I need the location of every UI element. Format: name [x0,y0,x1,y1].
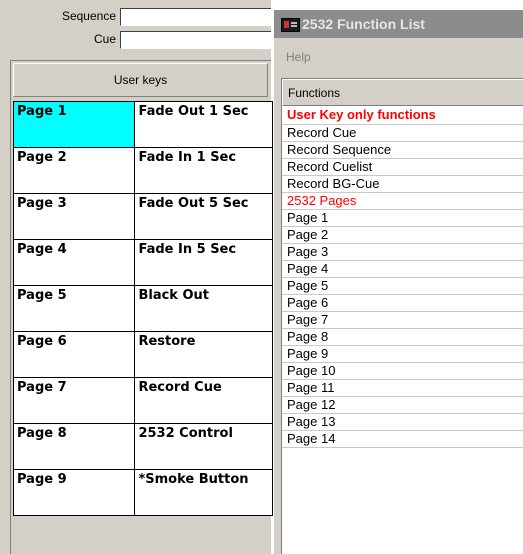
user-key-row[interactable]: Page 1 Fade Out 1 Sec [12,101,273,148]
function-list-item[interactable]: User Key only functions [282,106,523,125]
function-list-item[interactable]: Page 10 [282,363,523,380]
user-key-page-cell[interactable]: Page 2 [12,147,136,194]
user-key-function-cell[interactable]: Fade Out 5 Sec [134,193,273,240]
user-key-function-cell[interactable]: Restore [134,331,273,378]
function-list-item[interactable]: Page 13 [282,414,523,431]
user-key-function-cell[interactable]: *Smoke Button [134,469,273,516]
user-key-page-cell[interactable]: Page 4 [12,239,136,286]
title-bar[interactable]: 2532 Function List [274,10,523,38]
sequence-label: Sequence [61,9,116,23]
window-title: 2532 Function List [302,16,425,32]
function-list-item[interactable]: Record Cuelist [282,159,523,176]
function-list-item[interactable]: Record Sequence [282,142,523,159]
cue-field[interactable] [120,31,271,49]
user-key-row[interactable]: Page 4 Fade In 5 Sec [12,239,273,286]
functions-column-header[interactable]: Functions [282,79,523,106]
user-key-function-cell[interactable]: Fade In 5 Sec [134,239,273,286]
user-key-function-cell[interactable]: 2532 Control [134,423,273,470]
user-key-row[interactable]: Page 9 *Smoke Button [12,469,273,516]
menu-bar: Help [274,38,523,78]
app-icon [281,18,300,32]
user-key-page-cell[interactable]: Page 9 [12,469,136,516]
user-keys-panel: Sequence Cue User keys Page 1 Fade Out 1 … [0,0,273,554]
user-key-page-cell[interactable]: Page 6 [12,331,136,378]
function-list-item[interactable]: Page 5 [282,278,523,295]
user-key-page-cell[interactable]: Page 3 [12,193,136,240]
function-list-item[interactable]: 2532 Pages [282,193,523,210]
user-keys-header[interactable]: User keys [13,63,268,97]
function-list-item[interactable]: Page 3 [282,244,523,261]
user-key-function-cell[interactable]: Record Cue [134,377,273,424]
function-list-item[interactable]: Page 6 [282,295,523,312]
function-list-item[interactable]: Page 2 [282,227,523,244]
user-key-row[interactable]: Page 3 Fade Out 5 Sec [12,193,273,240]
function-list-item[interactable]: Page 7 [282,312,523,329]
sequence-field[interactable] [120,8,271,26]
user-key-function-cell[interactable]: Black Out [134,285,273,332]
function-list-item[interactable]: Page 11 [282,380,523,397]
cue-label: Cue [93,32,116,46]
user-key-row[interactable]: Page 2 Fade In 1 Sec [12,147,273,194]
function-list-item[interactable]: Record Cue [282,125,523,142]
function-list-item[interactable]: Page 14 [282,431,523,448]
function-list-item[interactable]: Page 4 [282,261,523,278]
user-key-row[interactable]: Page 5 Black Out [12,285,273,332]
user-key-function-cell[interactable]: Fade In 1 Sec [134,147,273,194]
user-keys-box: User keys Page 1 Fade Out 1 Sec Page 2 Fade… [10,60,273,554]
function-list-item[interactable]: Page 1 [282,210,523,227]
user-key-row[interactable]: Page 8 2532 Control [12,423,273,470]
user-key-page-cell[interactable]: Page 8 [12,423,136,470]
user-key-page-cell[interactable]: Page 7 [12,377,136,424]
user-keys-grid: Page 1 Fade Out 1 Sec Page 2 Fade In 1 Sec P… [12,101,273,516]
user-key-function-cell[interactable]: Fade Out 1 Sec [134,101,273,148]
function-list-window: 2532 Function List Help Functions User K… [273,10,523,554]
function-list-item[interactable]: Record BG-Cue [282,176,523,193]
user-key-row[interactable]: Page 6 Restore [12,331,273,378]
function-list-item[interactable]: Page 8 [282,329,523,346]
function-list-item[interactable]: Page 12 [282,397,523,414]
user-key-page-cell[interactable]: Page 5 [12,285,136,332]
user-key-row[interactable]: Page 7 Record Cue [12,377,273,424]
function-list-item[interactable]: Page 9 [282,346,523,363]
menu-help[interactable]: Help [286,50,311,64]
functions-list[interactable]: Functions User Key only functions Record … [281,78,523,554]
user-key-page-cell[interactable]: Page 1 [12,101,136,148]
